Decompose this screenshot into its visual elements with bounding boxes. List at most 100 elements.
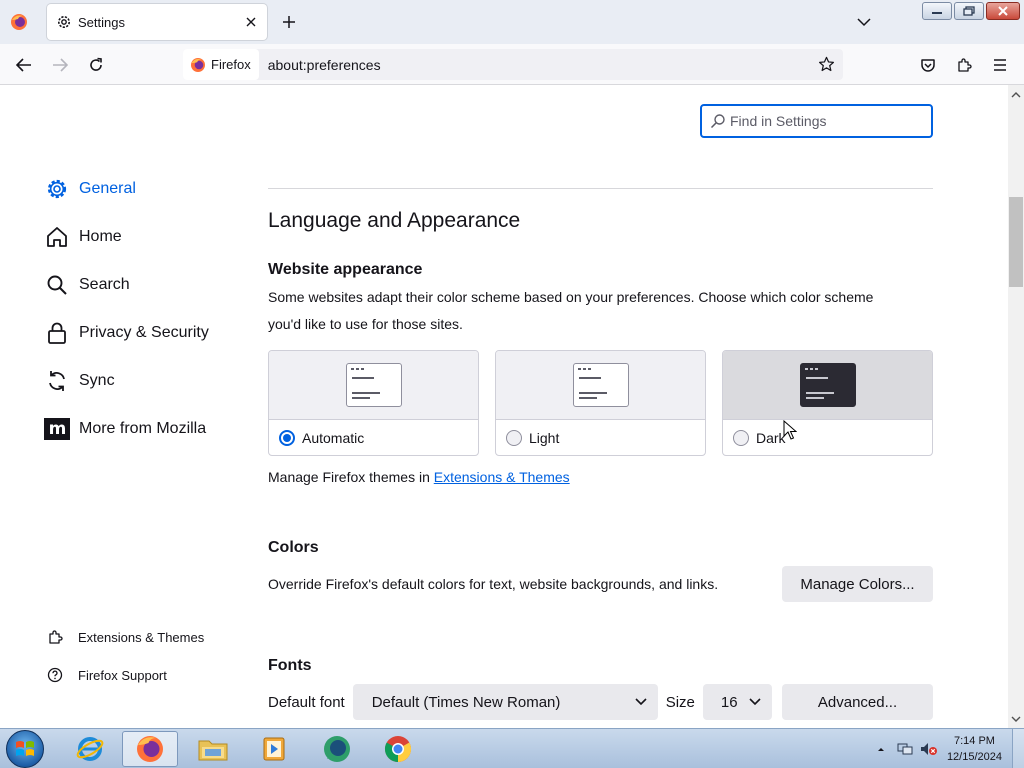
close-tab-icon[interactable]	[239, 10, 263, 34]
colors-description: Override Firefox's default colors for te…	[268, 576, 719, 592]
radio-label: Automatic	[302, 430, 365, 446]
appearance-option-automatic[interactable]: Automatic	[268, 350, 479, 456]
new-tab-button[interactable]	[278, 11, 300, 33]
sidebar-item-search[interactable]: Search	[44, 261, 209, 309]
media-player-icon	[263, 737, 285, 761]
extensions-themes-link[interactable]: Extensions & Themes	[434, 469, 570, 485]
clock-date: 12/15/2024	[946, 751, 1002, 763]
extensions-button[interactable]	[951, 52, 977, 78]
sidebar-item-more-from-mozilla[interactable]: m More from Mozilla	[44, 405, 209, 453]
settings-search-box[interactable]	[700, 104, 933, 138]
settings-page: General Home Search Privacy & Security S…	[0, 85, 1008, 728]
sidebar-footer: Extensions & Themes Firefox Support	[46, 618, 204, 694]
system-clock[interactable]: 7:14 PM 12/15/2024	[947, 733, 1002, 765]
radio-dark[interactable]	[733, 430, 749, 446]
star-icon	[818, 56, 834, 72]
sidebar-link-extensions-themes[interactable]: Extensions & Themes	[46, 618, 204, 656]
identity-label: Firefox	[211, 57, 251, 72]
volume-muted-icon[interactable]	[920, 740, 938, 758]
firefox-logo-icon	[191, 57, 205, 72]
section-divider	[268, 188, 933, 189]
font-size-value: 16	[720, 693, 738, 711]
sync-icon	[44, 368, 70, 394]
identity-box[interactable]: Firefox	[183, 49, 259, 80]
chevron-down-icon	[748, 695, 762, 709]
scroll-up-arrow-icon[interactable]	[1008, 87, 1024, 101]
radio-automatic[interactable]	[279, 430, 295, 446]
appearance-option-light[interactable]: Light	[495, 350, 706, 456]
category-sidebar: General Home Search Privacy & Security S…	[44, 165, 209, 453]
page-scrollbar[interactable]	[1008, 85, 1024, 728]
show-hidden-icons-chevron-icon[interactable]	[872, 740, 890, 758]
reload-button[interactable]	[83, 52, 109, 78]
url-bar[interactable]: Firefox about:preferences	[183, 49, 843, 80]
radio-row[interactable]: Light	[496, 420, 705, 455]
bookmark-star-button[interactable]	[813, 52, 839, 78]
sidebar-item-label: Sync	[79, 372, 115, 389]
fonts-heading: Fonts	[268, 657, 312, 674]
size-label: Size	[665, 693, 695, 711]
taskbar-media-player[interactable]	[246, 731, 302, 767]
sidebar-item-home[interactable]: Home	[44, 213, 209, 261]
tab-settings[interactable]: Settings	[47, 4, 267, 40]
taskbar-file-explorer[interactable]	[185, 731, 241, 767]
sidebar-item-label: Privacy & Security	[79, 324, 209, 341]
windows-taskbar: 7:14 PM 12/15/2024	[0, 728, 1024, 768]
radio-label: Light	[529, 430, 560, 446]
list-all-tabs-button[interactable]	[854, 12, 874, 32]
close-window-button[interactable]	[986, 2, 1020, 20]
minimize-button[interactable]	[922, 2, 952, 20]
gear-icon	[44, 176, 70, 202]
font-size-select[interactable]: 16	[702, 684, 772, 720]
taskbar-firefox[interactable]	[122, 731, 178, 767]
default-font-select[interactable]: Default (Times New Roman)	[352, 684, 658, 720]
taskbar-chrome[interactable]	[370, 731, 426, 767]
mozilla-icon: m	[44, 416, 70, 442]
radio-light[interactable]	[506, 430, 522, 446]
appearance-preview	[496, 351, 705, 420]
show-desktop-button[interactable]	[1012, 729, 1024, 768]
windows-logo-icon	[16, 741, 34, 756]
puzzle-icon	[958, 58, 972, 72]
radio-row[interactable]: Dark	[723, 420, 932, 455]
scrollbar-thumb[interactable]	[1009, 197, 1023, 287]
chat-app-icon	[324, 736, 350, 762]
folder-icon	[198, 740, 228, 761]
internet-explorer-icon	[76, 737, 104, 761]
chevron-down-icon	[634, 695, 648, 709]
back-button[interactable]	[11, 52, 37, 78]
puzzle-icon	[46, 628, 64, 646]
default-font-value: Default (Times New Roman)	[371, 693, 561, 711]
scroll-down-arrow-icon[interactable]	[1008, 712, 1024, 726]
sidebar-item-privacy-security[interactable]: Privacy & Security	[44, 309, 209, 357]
light-preview-icon	[572, 363, 629, 407]
firefox-menu-icon[interactable]	[10, 13, 28, 31]
advanced-fonts-button[interactable]: Advanced...	[782, 684, 933, 720]
pocket-button[interactable]	[915, 52, 941, 78]
settings-search-input[interactable]	[730, 113, 920, 129]
firefox-logo-icon	[137, 736, 163, 762]
restore-button[interactable]	[954, 2, 984, 20]
taskbar-chat-app[interactable]	[309, 731, 365, 767]
url-text[interactable]: about:preferences	[268, 57, 813, 73]
radio-row[interactable]: Automatic	[269, 420, 478, 455]
restore-icon	[963, 6, 975, 16]
network-icon[interactable]	[896, 740, 914, 758]
dark-preview-icon	[799, 363, 856, 407]
forward-button[interactable]	[47, 52, 73, 78]
appearance-option-dark[interactable]: Dark	[722, 350, 933, 456]
sidebar-item-label: Home	[79, 228, 122, 245]
manage-themes-text: Manage Firefox themes in	[268, 469, 430, 485]
manage-colors-button[interactable]: Manage Colors...	[782, 566, 933, 602]
taskbar-internet-explorer[interactable]	[62, 731, 118, 767]
sidebar-link-firefox-support[interactable]: Firefox Support	[46, 656, 204, 694]
app-menu-button[interactable]	[987, 52, 1013, 78]
website-appearance-description-line1: Some websites adapt their color scheme b…	[268, 289, 874, 305]
lock-icon	[44, 320, 70, 346]
sidebar-item-sync[interactable]: Sync	[44, 357, 209, 405]
reload-icon	[90, 57, 102, 71]
start-button[interactable]	[6, 730, 44, 768]
hamburger-menu-icon	[994, 59, 1006, 71]
sidebar-item-general[interactable]: General	[44, 165, 209, 213]
sidebar-footer-label: Extensions & Themes	[78, 629, 205, 645]
